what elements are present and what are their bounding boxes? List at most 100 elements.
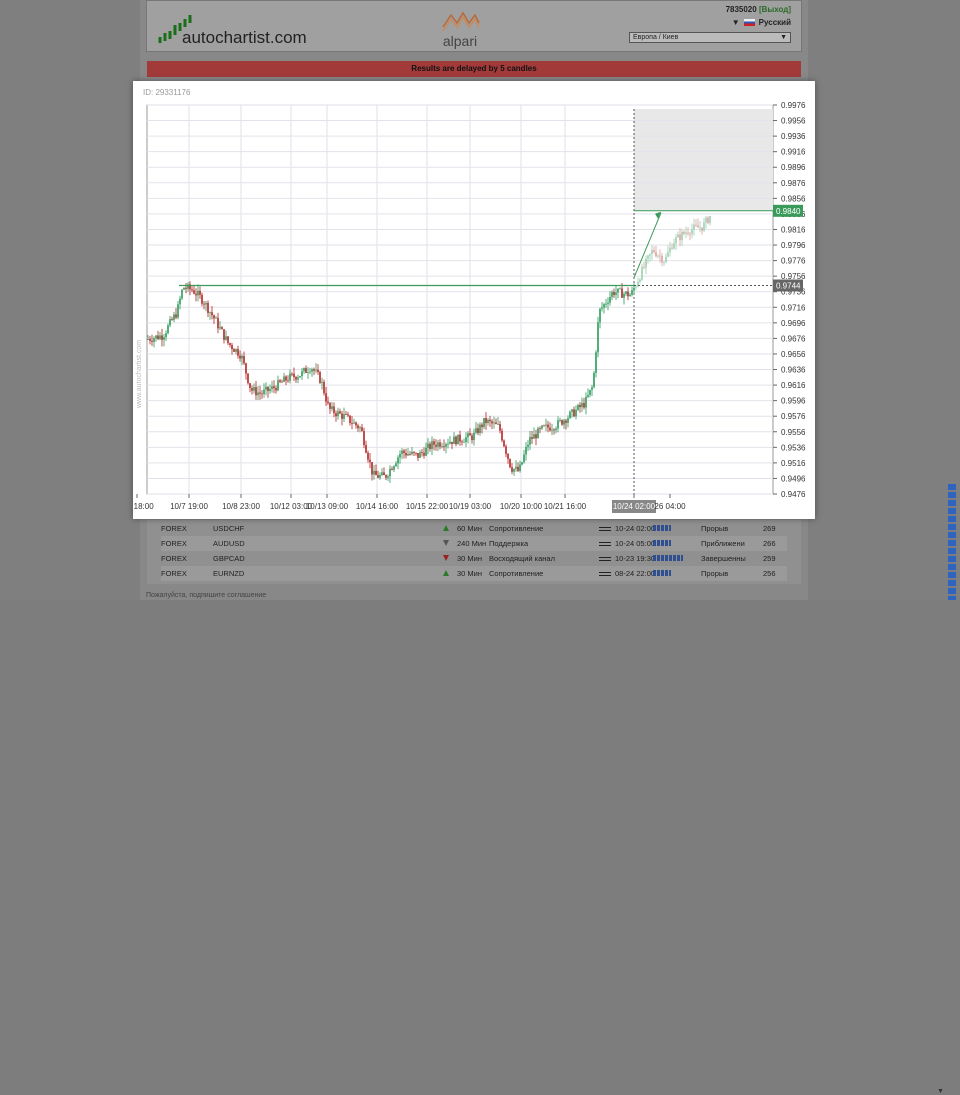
candle-body xyxy=(643,266,645,268)
candle-body xyxy=(213,315,215,319)
delay-banner: Results are delayed by 5 candles xyxy=(147,61,801,77)
candle-body xyxy=(441,446,443,448)
candle-body xyxy=(331,406,333,409)
candle-body xyxy=(585,396,587,408)
candle-body xyxy=(321,381,323,383)
candle-body xyxy=(317,369,319,373)
y-tick-label: 0.9536 xyxy=(781,443,806,452)
candle-body xyxy=(217,317,219,329)
pattern-cell: Восходящий канал xyxy=(489,554,555,563)
table-row[interactable]: FOREX EURNZD 30 Мин Сопротивление 08-24 22:0… xyxy=(161,566,787,581)
candle-body xyxy=(349,415,351,424)
chevron-down-icon: ▼ xyxy=(780,34,787,41)
pattern-icon-cell xyxy=(599,569,611,578)
interval-cell: 60 Мин xyxy=(457,524,483,533)
candle-body xyxy=(417,453,419,458)
candle-body xyxy=(581,403,583,408)
candle-body xyxy=(415,452,417,454)
candle-body xyxy=(177,304,179,318)
candle-body xyxy=(625,291,627,294)
candle-body xyxy=(219,327,221,329)
candle-body xyxy=(629,294,631,297)
candle-body xyxy=(159,335,161,339)
candle-body xyxy=(519,464,521,471)
candle-body xyxy=(547,424,549,428)
candle-body xyxy=(395,463,397,467)
x-tick-label: 10/7 19:00 xyxy=(170,502,208,511)
feedback-tab[interactable] xyxy=(948,484,956,600)
candle-body xyxy=(361,427,363,432)
candle-body xyxy=(309,371,311,373)
candle-body xyxy=(423,452,425,456)
candle-body xyxy=(369,459,371,463)
y-tick-label: 0.9496 xyxy=(781,474,806,483)
candle-body xyxy=(371,462,373,475)
candle-body xyxy=(377,475,379,478)
candle-body xyxy=(707,217,709,224)
y-tick-label: 0.9596 xyxy=(781,397,806,406)
candle-body xyxy=(183,287,185,290)
candle-body xyxy=(429,443,431,450)
russian-flag-icon xyxy=(743,19,755,26)
account-id: 7835020 xyxy=(725,5,757,14)
autochartist-logo-text[interactable]: autochartist.com xyxy=(182,28,307,48)
candle-body xyxy=(543,425,545,427)
table-row[interactable]: FOREX AUDUSD 240 Мин Поддержка 10-24 05:00 Пр… xyxy=(161,536,787,551)
candle-body xyxy=(479,424,481,433)
candle-body xyxy=(405,453,407,456)
alpari-logo[interactable]: alpari xyxy=(437,5,483,49)
timezone-select[interactable]: Европа / Киев ▼ xyxy=(629,32,791,43)
candle-body xyxy=(623,293,625,298)
candle-body xyxy=(397,457,399,464)
candle-body xyxy=(541,425,543,429)
price-chart[interactable]: 0.9976 0.9956 0.9936 0.9916 0.9896 0.9876 0.98… xyxy=(133,81,815,519)
market-cell: FOREX xyxy=(161,569,187,578)
interval-cell: 30 Мин xyxy=(457,554,483,563)
table-row[interactable]: FOREX USDCHF 60 Мин Сопротивление 10-24 02:0… xyxy=(161,521,787,536)
candle-body xyxy=(691,229,693,235)
candle-body xyxy=(577,404,579,410)
candle-body xyxy=(173,314,175,320)
alpari-logo-text: alpari xyxy=(442,33,478,49)
candle-body xyxy=(673,243,675,249)
candle-body xyxy=(221,327,223,330)
candle-body xyxy=(419,452,421,458)
scroll-down-arrow-icon[interactable]: ▼ xyxy=(937,1088,944,1095)
y-tick-label: 0.9636 xyxy=(781,366,806,375)
resistance-price-label: 0.9744 xyxy=(776,281,801,290)
score-cell: 269 xyxy=(763,524,776,533)
candle-body xyxy=(211,312,213,316)
candle-body xyxy=(255,387,257,396)
status-cell: Прорыв xyxy=(701,569,729,578)
candle-body xyxy=(357,425,359,429)
candle-body xyxy=(433,441,435,445)
candle-body xyxy=(355,422,357,426)
candle-body xyxy=(529,437,531,445)
candle-body xyxy=(253,387,255,391)
candle-body xyxy=(511,467,513,472)
candle-body xyxy=(281,381,283,383)
x-tick-label: 10/14 16:00 xyxy=(356,502,399,511)
language-selector[interactable]: ▼ Русский xyxy=(732,18,791,27)
y-tick-label: 0.9936 xyxy=(781,132,806,141)
status-cell: Приближени xyxy=(701,539,745,548)
table-row[interactable]: FOREX GBPCAD 30 Мин Восходящий канал 10-23 1… xyxy=(161,551,787,566)
logout-link[interactable]: [Выход] xyxy=(759,5,791,14)
candle-body xyxy=(413,451,415,453)
y-tick-label: 0.9776 xyxy=(781,257,806,266)
market-cell: FOREX xyxy=(161,554,187,563)
candle-body xyxy=(615,292,617,295)
y-tick-label: 0.9796 xyxy=(781,241,806,250)
y-tick-label: 0.9476 xyxy=(781,490,806,499)
candle-body xyxy=(191,289,193,291)
candle-body xyxy=(207,302,209,313)
interval-cell: 30 Мин xyxy=(457,569,483,578)
candle-body xyxy=(225,336,227,340)
candle-body xyxy=(259,392,261,394)
candle-body xyxy=(195,293,197,296)
candle-body xyxy=(569,411,571,419)
candle-body xyxy=(705,217,707,223)
candle-body xyxy=(401,450,403,454)
candle-body xyxy=(663,262,665,263)
candle-body xyxy=(613,292,615,295)
